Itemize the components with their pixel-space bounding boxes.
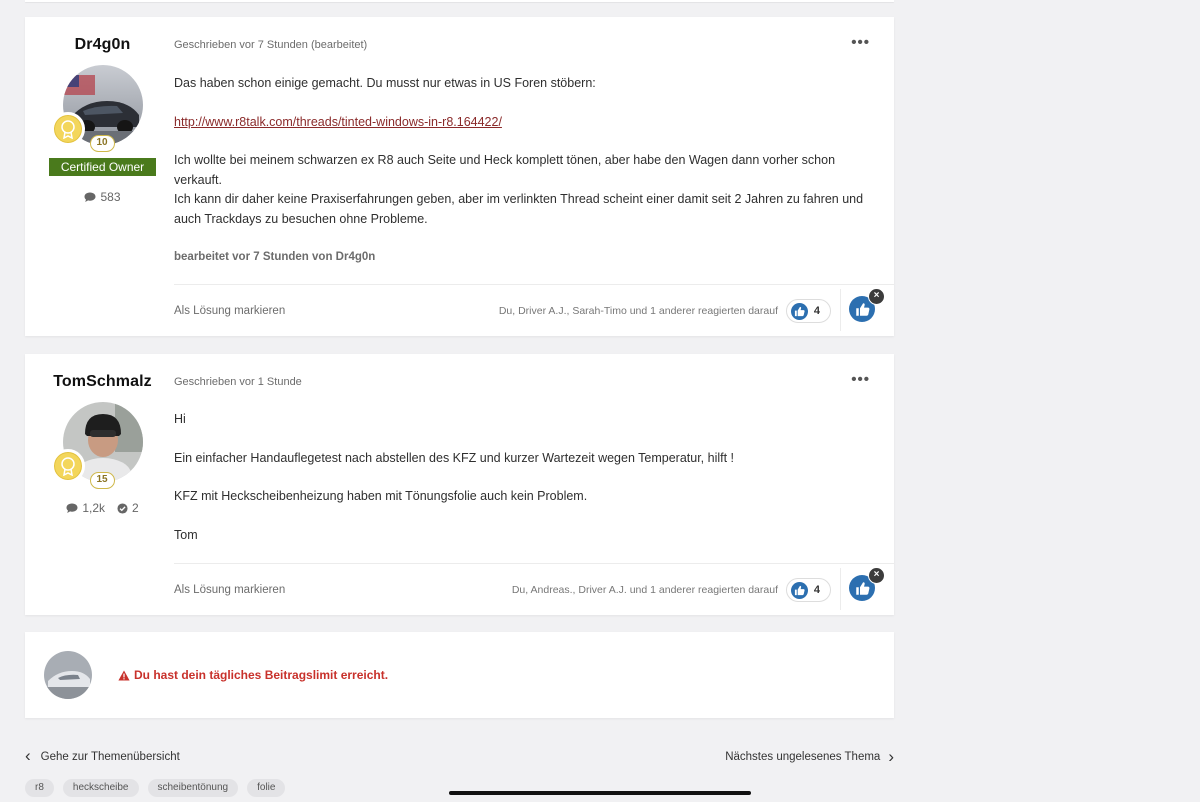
post-count[interactable]: 583 xyxy=(84,190,121,204)
thumbs-up-icon xyxy=(790,302,808,320)
posting-limit-text: Du hast dein tägliches Beitragslimit err… xyxy=(134,668,389,682)
post-meta[interactable]: Geschrieben vor 1 Stunde xyxy=(174,376,302,388)
forum-post: TomSchmalz 15 1,2k 2 Geschrieben vor 1 S… xyxy=(25,354,894,615)
post-meta[interactable]: Geschrieben vor 7 Stunden (bearbeitet) xyxy=(174,39,367,51)
rank-medal-icon xyxy=(50,449,85,483)
tag-list: r8 heckscheibe scheibentönung folie xyxy=(25,779,286,797)
post-content: Das haben schon einige gemacht. Du musst… xyxy=(174,74,879,287)
certified-owner-badge: Certified Owner xyxy=(49,158,156,176)
post-footer: Als Lösung markieren Du, Andreas., Drive… xyxy=(174,563,894,615)
mark-solution-link[interactable]: Als Lösung markieren xyxy=(174,305,285,317)
solution-count[interactable]: 2 xyxy=(117,501,139,515)
thumbs-up-icon xyxy=(855,581,869,595)
solution-count-value: 2 xyxy=(132,501,139,515)
more-options-button[interactable]: ••• xyxy=(851,35,870,50)
thumbs-up-icon xyxy=(855,302,869,316)
back-to-topics-link[interactable]: ‹ Gehe zur Themenübersicht xyxy=(25,742,180,765)
forum-post: Dr4g0n 10 Certified Owner 583 Geschriebe… xyxy=(25,17,894,336)
previous-post-edge xyxy=(25,0,894,2)
remove-reaction-button[interactable]: × xyxy=(868,288,885,305)
check-circle-icon xyxy=(117,502,128,514)
tag[interactable]: r8 xyxy=(25,779,54,797)
author-avatar-wrap: 15 xyxy=(50,402,143,489)
tag[interactable]: folie xyxy=(247,779,286,797)
reply-limit-box: Du hast dein tägliches Beitragslimit err… xyxy=(25,632,894,718)
warning-icon xyxy=(118,670,130,680)
posting-limit-message: Du hast dein tägliches Beitragslimit err… xyxy=(118,668,388,682)
author-avatar-wrap: 10 xyxy=(50,65,143,152)
tag[interactable]: heckscheibe xyxy=(62,779,139,797)
post-paragraph: Ich kann dir daher keine Praxiserfahrung… xyxy=(174,192,864,226)
post-count[interactable]: 1,2k xyxy=(66,501,105,515)
author-stats: 1,2k 2 xyxy=(25,501,180,515)
tag[interactable]: scheibentönung xyxy=(147,779,239,797)
reputation-badge: 10 xyxy=(89,135,115,152)
remove-reaction-button[interactable]: × xyxy=(868,567,885,584)
mark-solution-link[interactable]: Als Lösung markieren xyxy=(174,584,285,596)
post-paragraph: Tom xyxy=(174,527,198,542)
next-unread-topic-label: Nächstes ungelesenes Thema xyxy=(725,751,881,763)
comment-icon xyxy=(84,192,96,202)
edited-note: bearbeitet vor 7 Stunden von Dr4g0n xyxy=(174,251,376,263)
author-name[interactable]: TomSchmalz xyxy=(25,373,180,391)
chevron-left-icon: ‹ xyxy=(25,746,31,765)
post-link[interactable]: http://www.r8talk.com/threads/tinted-win… xyxy=(174,115,502,129)
comment-icon xyxy=(66,503,78,513)
post-paragraph: Das haben schon einige gemacht. Du musst… xyxy=(174,76,596,90)
next-unread-topic-link[interactable]: Nächstes ungelesenes Thema › xyxy=(725,747,894,766)
more-options-button[interactable]: ••• xyxy=(851,372,870,387)
reaction-count: 4 xyxy=(813,305,820,317)
post-count-value: 1,2k xyxy=(82,501,105,515)
rank-medal-icon xyxy=(50,112,85,146)
author-stats: 583 xyxy=(25,190,180,204)
post-author-panel: Dr4g0n 10 Certified Owner 583 xyxy=(25,17,180,204)
avatar xyxy=(44,651,92,699)
reaction-count: 4 xyxy=(813,584,820,596)
post-paragraph: KFZ mit Heckscheibenheizung haben mit Tö… xyxy=(174,489,588,503)
post-footer: Als Lösung markieren Du, Driver A.J., Sa… xyxy=(174,284,894,336)
home-indicator[interactable] xyxy=(449,791,751,795)
post-paragraph: Hi xyxy=(174,412,186,426)
reputation-badge: 15 xyxy=(89,472,115,489)
reactors-list[interactable]: Du, Andreas., Driver A.J. und 1 anderer … xyxy=(512,584,778,596)
post-content: Hi Ein einfacher Handauflegetest nach ab… xyxy=(174,410,879,564)
post-paragraph: Ich wollte bei meinem schwarzen ex R8 au… xyxy=(174,153,836,187)
reaction-summary[interactable]: 4 xyxy=(785,578,831,602)
reaction-summary[interactable]: 4 xyxy=(785,299,831,323)
post-count-value: 583 xyxy=(100,190,121,204)
divider xyxy=(840,568,841,610)
thumbs-up-icon xyxy=(790,581,808,599)
post-paragraph: Ein einfacher Handauflegetest nach abste… xyxy=(174,450,735,465)
chevron-right-icon: › xyxy=(888,747,894,766)
reactors-list[interactable]: Du, Driver A.J., Sarah-Timo und 1 andere… xyxy=(499,305,778,317)
back-to-topics-label: Gehe zur Themenübersicht xyxy=(40,751,180,763)
author-name[interactable]: Dr4g0n xyxy=(25,36,180,54)
post-author-panel: TomSchmalz 15 1,2k 2 xyxy=(25,354,180,515)
divider xyxy=(840,289,841,331)
